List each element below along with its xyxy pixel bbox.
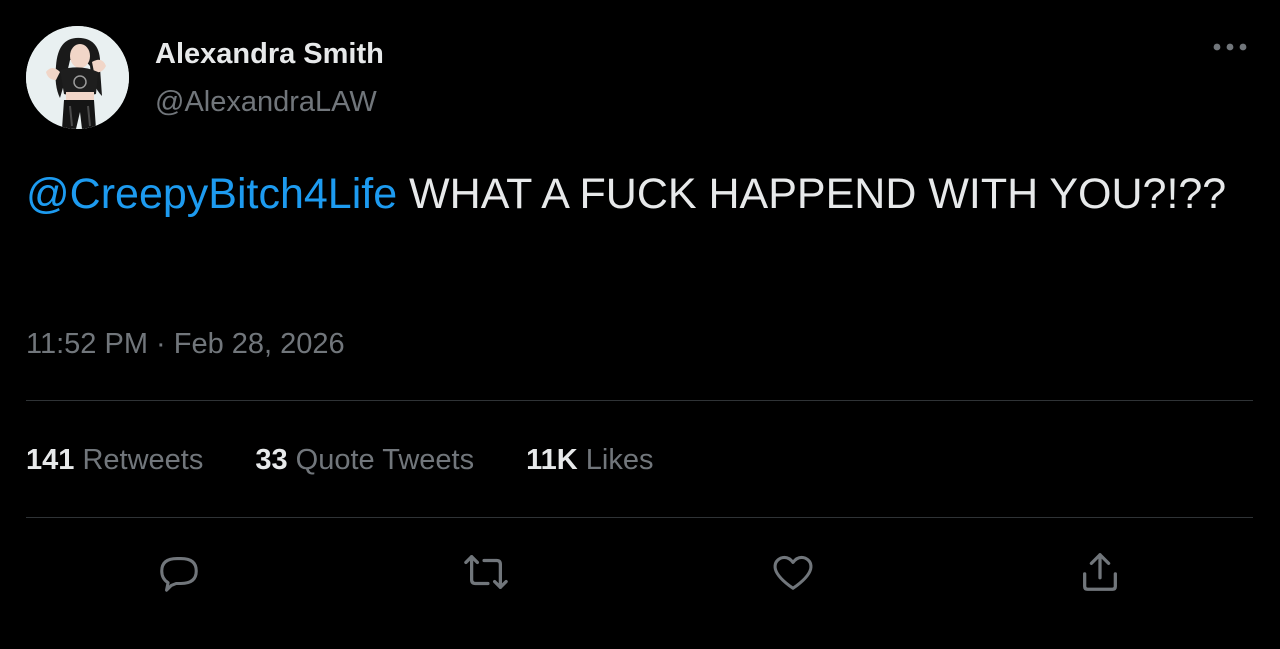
retweets-count: 141 xyxy=(26,444,75,476)
tweet-body: WHAT A FUCK HAPPEND WITH YOU?!?? xyxy=(397,170,1227,218)
tweet-detail: Alexandra Smith @AlexandraLAW @CreepyBit… xyxy=(0,0,1280,649)
quote-tweets-label: Quote Tweets xyxy=(287,444,475,476)
more-horizontal-icon xyxy=(1213,43,1247,51)
quote-tweets-stat[interactable]: 33 Quote Tweets xyxy=(255,444,474,477)
reply-icon xyxy=(160,557,198,592)
more-options-button[interactable] xyxy=(1208,30,1252,64)
author-handle[interactable]: @AlexandraLAW xyxy=(155,86,377,119)
reply-button[interactable] xyxy=(153,546,205,598)
tweet-time[interactable]: 11:52 PM xyxy=(26,328,148,360)
retweets-label: Retweets xyxy=(74,444,204,476)
avatar[interactable] xyxy=(26,26,129,129)
tweet-actions-bar xyxy=(0,546,1280,598)
likes-count: 11K xyxy=(526,444,578,476)
likes-label: Likes xyxy=(577,444,654,476)
likes-stat[interactable]: 11K Likes xyxy=(526,444,653,477)
retweet-icon xyxy=(464,555,508,589)
share-icon xyxy=(1083,553,1117,591)
tweet-stats: 141 Retweets 33 Quote Tweets 11K Likes xyxy=(26,444,705,477)
tweet-date[interactable]: Feb 28, 2026 xyxy=(174,328,345,360)
share-button[interactable] xyxy=(1074,546,1126,598)
retweets-stat[interactable]: 141 Retweets xyxy=(26,444,203,477)
profile-photo-icon xyxy=(26,26,129,129)
timestamp-separator: · xyxy=(147,328,174,360)
tweet-mention-link[interactable]: @CreepyBitch4Life xyxy=(26,170,397,218)
tweet-text: @CreepyBitch4Life WHAT A FUCK HAPPEND WI… xyxy=(26,166,1246,223)
retweet-button[interactable] xyxy=(460,546,512,598)
heart-icon xyxy=(773,555,813,590)
divider xyxy=(26,517,1253,518)
like-button[interactable] xyxy=(767,546,819,598)
quote-tweets-count: 33 xyxy=(255,444,288,476)
divider xyxy=(26,400,1253,401)
tweet-timestamp: 11:52 PM · Feb 28, 2026 xyxy=(26,328,345,361)
author-display-name[interactable]: Alexandra Smith xyxy=(155,38,384,71)
